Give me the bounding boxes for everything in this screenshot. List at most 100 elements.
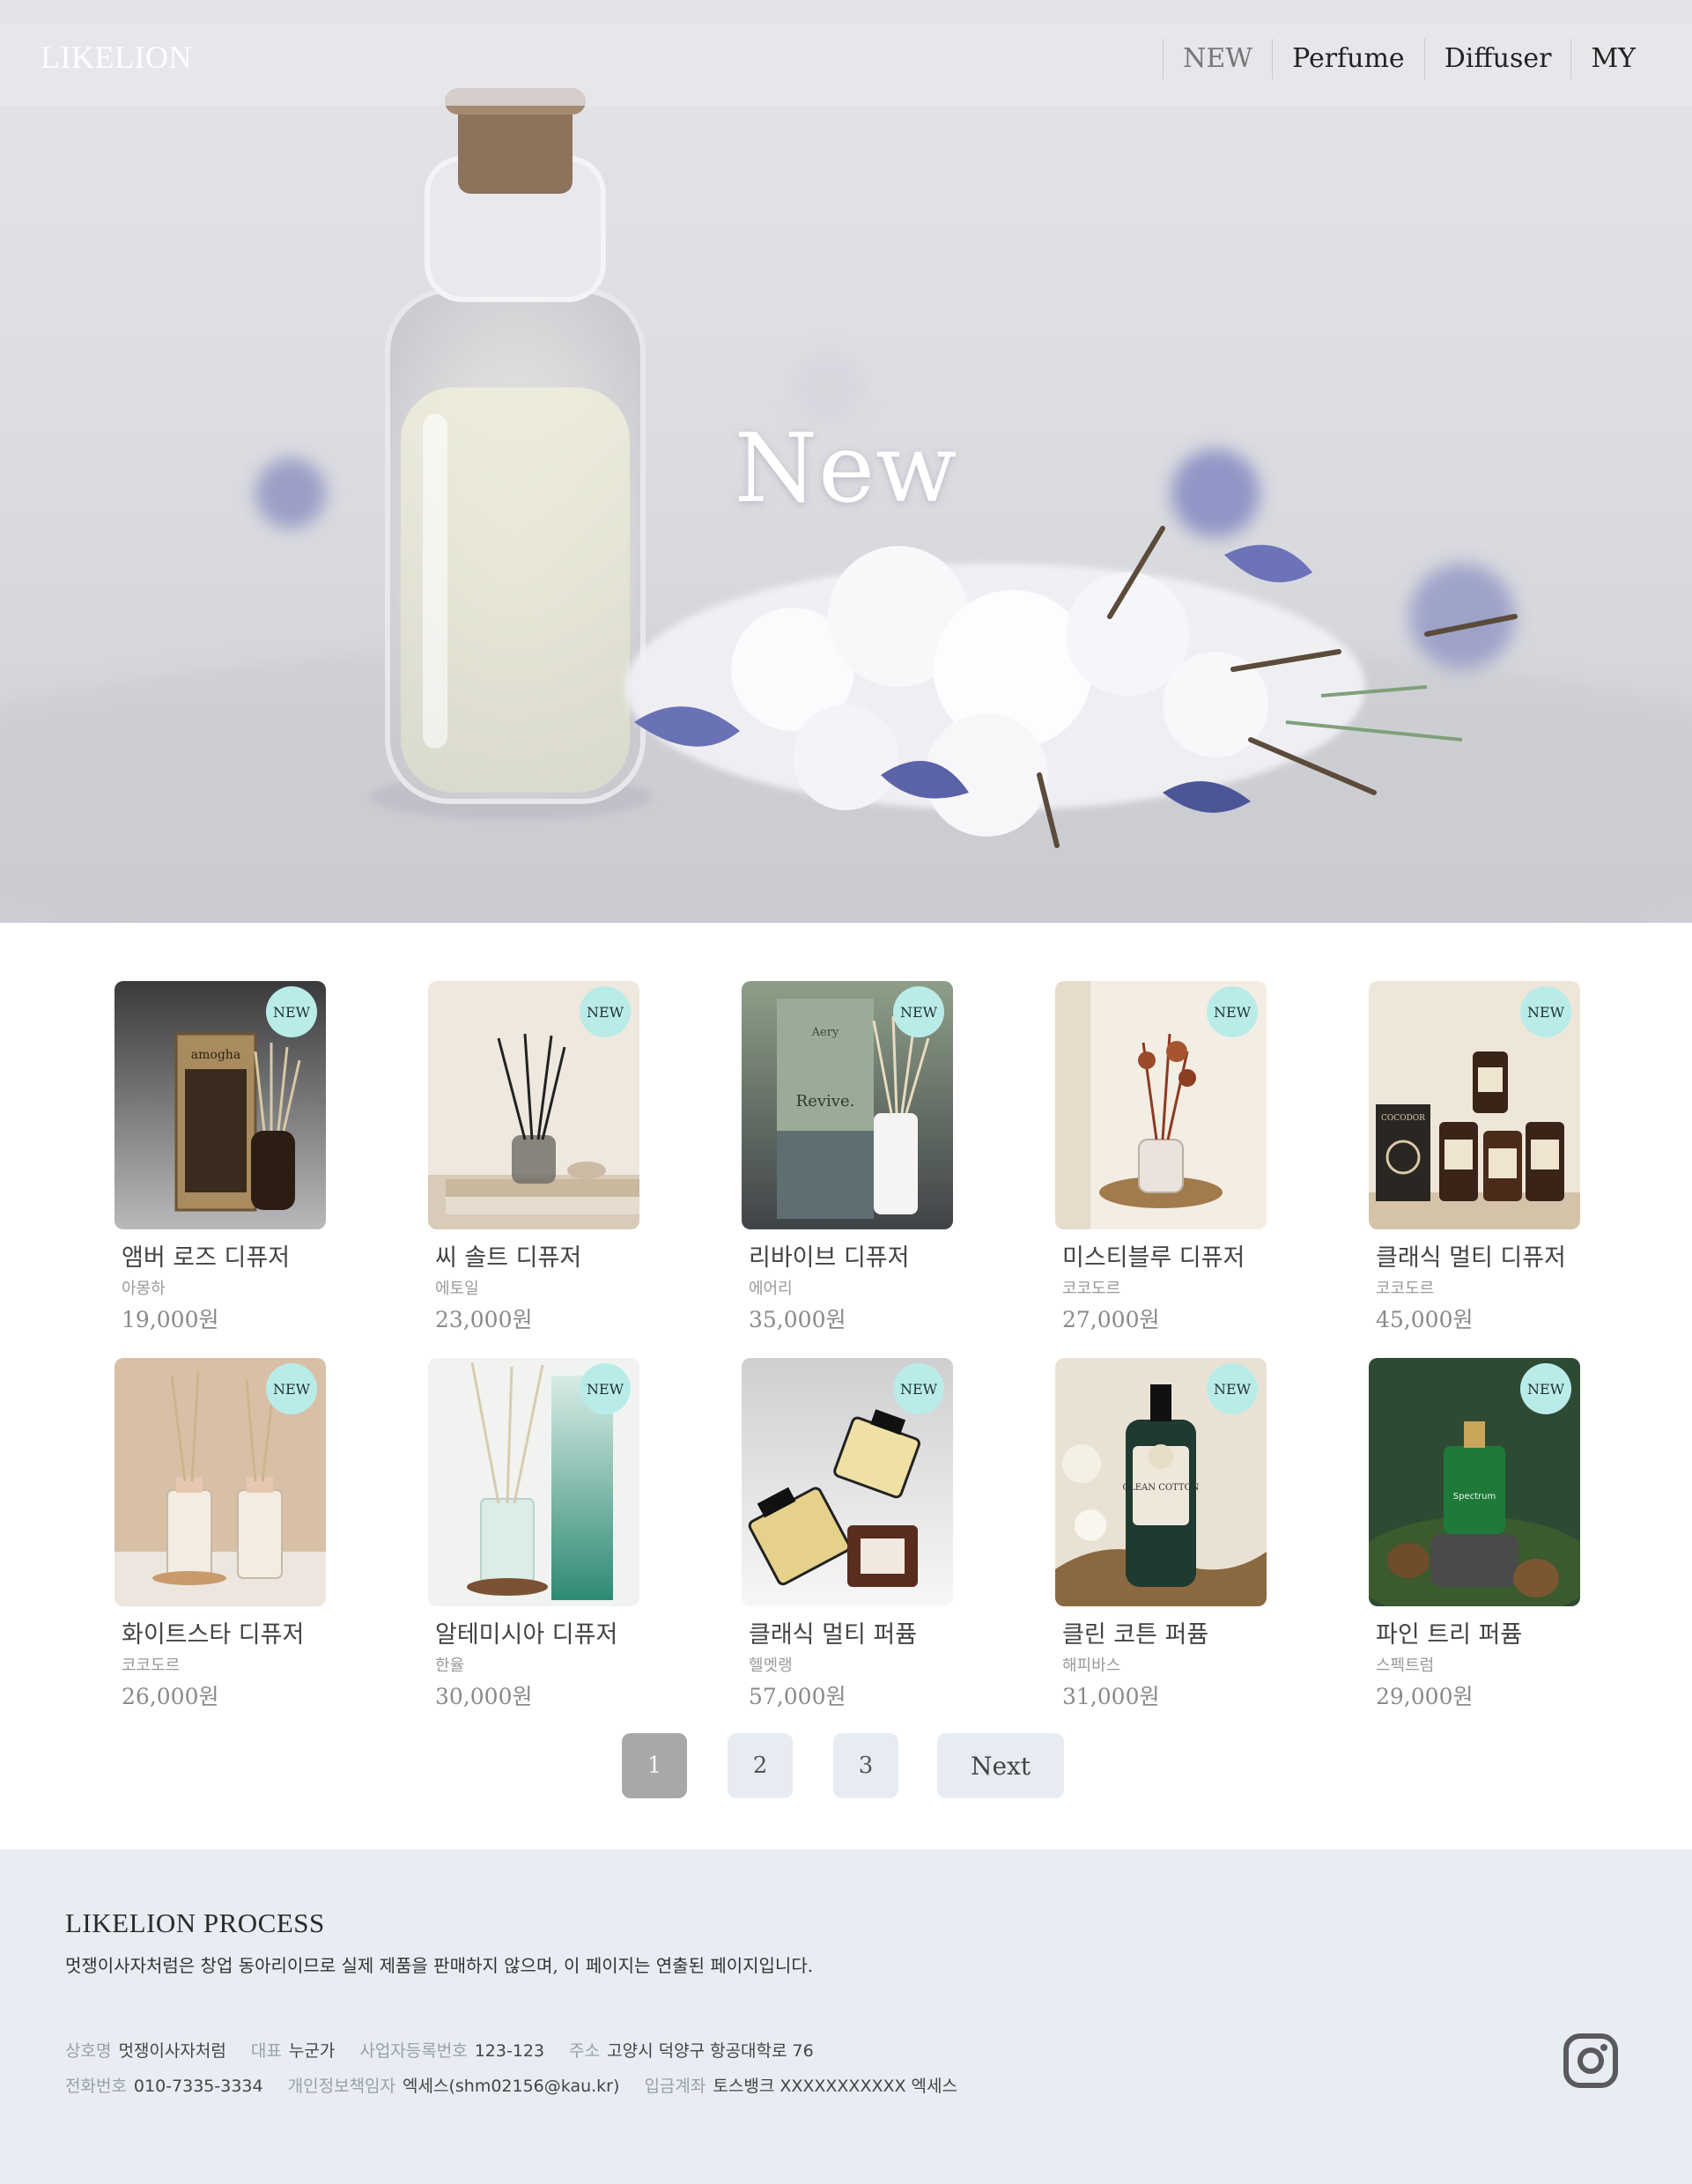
product-name[interactable]: 파인 트리 퍼퓸 [1376, 1615, 1580, 1649]
product-price: 31,000원 [1062, 1684, 1160, 1709]
product-name[interactable]: 리바이브 디퓨저 [749, 1238, 953, 1273]
nav-perfume[interactable]: Perfume [1272, 39, 1424, 79]
new-badge: NEW [893, 986, 944, 1037]
product-card[interactable]: CLEAN COTTON NEW 클린 코튼 퍼퓸 해피바스 31,000원 [1055, 1358, 1267, 1711]
svg-text:Spectrum: Spectrum [1453, 1492, 1496, 1502]
product-brand: 헬멧랭 [749, 1656, 793, 1675]
product-name[interactable]: 씨 솔트 디퓨저 [435, 1238, 639, 1273]
footer-label: 상호명 [65, 2041, 112, 2061]
product-image[interactable]: NEW [428, 1358, 639, 1606]
new-badge: NEW [266, 986, 317, 1037]
page-1-button[interactable]: 1 [622, 1733, 687, 1798]
product-card[interactable]: Aery Revive. NEW 리바이브 디퓨저 에어리 35,000원 [742, 981, 953, 1334]
nav-diffuser[interactable]: Diffuser [1423, 39, 1571, 79]
footer-label: 전화번호 [65, 2077, 127, 2096]
product-card[interactable]: NEW 미스티블루 디퓨저 코코도르 27,000원 [1055, 981, 1267, 1334]
hero-banner: New [0, 0, 1692, 923]
svg-text:Aery: Aery [811, 1026, 839, 1039]
product-image[interactable]: NEW [742, 1358, 953, 1606]
footer-value: 123-123 [474, 2041, 545, 2061]
new-badge: NEW [580, 1363, 631, 1414]
product-name[interactable]: 클래식 멀티 퍼퓸 [749, 1615, 953, 1649]
product-name[interactable]: 알테미시아 디퓨저 [435, 1615, 639, 1649]
svg-text:CLEAN COTTON: CLEAN COTTON [1122, 1483, 1199, 1493]
new-badge: NEW [1207, 986, 1258, 1037]
product-brand: 코코도르 [1376, 1280, 1435, 1298]
product-price: 26,000원 [122, 1684, 219, 1709]
svg-text:amogha: amogha [191, 1048, 240, 1062]
footer-value: 엑세스(shm02156@kau.kr) [403, 2077, 620, 2096]
product-brand: 스펙트럼 [1376, 1656, 1435, 1675]
product-name[interactable]: 클래식 멀티 디퓨저 [1376, 1238, 1580, 1273]
product-name[interactable]: 앰버 로즈 디퓨저 [122, 1238, 326, 1273]
nav-my[interactable]: MY [1570, 39, 1655, 79]
footer-label: 대표 [250, 2041, 282, 2061]
footer-label: 입금계좌 [644, 2077, 706, 2096]
product-image[interactable]: NEW [115, 1358, 326, 1606]
product-price: 57,000원 [749, 1684, 846, 1709]
product-name[interactable]: 화이트스타 디퓨저 [122, 1615, 326, 1649]
hero-title: New [734, 414, 958, 524]
new-badge: NEW [1520, 986, 1571, 1037]
product-card[interactable]: amogha NEW 앰버 로즈 디퓨저 아몽하 19,000원 [115, 981, 326, 1334]
svg-text:COCODOR: COCODOR [1381, 1114, 1425, 1123]
product-name[interactable]: 미스티블루 디퓨저 [1062, 1238, 1267, 1273]
product-price: 19,000원 [122, 1307, 219, 1332]
footer-label: 개인정보책임자 [287, 2077, 396, 2096]
footer-value: 멋쟁이사자처럼 [118, 2041, 226, 2061]
product-image[interactable]: COCODOR NEW [1369, 981, 1580, 1229]
footer-value: 누군가 [288, 2041, 336, 2061]
new-badge: NEW [893, 1363, 944, 1414]
product-price: 23,000원 [435, 1307, 533, 1332]
product-image[interactable]: Spectrum NEW [1369, 1358, 1580, 1606]
nav-new[interactable]: NEW [1163, 39, 1272, 79]
site-header: LIKELION NEW Perfume Diffuser MY [0, 23, 1692, 106]
site-footer: LIKELION PROCESS 멋쟁이사자처럼은 창업 동아리이므로 실제 제… [0, 1849, 1692, 2184]
product-image[interactable]: amogha NEW [115, 981, 326, 1229]
product-price: 27,000원 [1062, 1307, 1160, 1332]
footer-value: 010-7335-3334 [133, 2077, 263, 2096]
product-brand: 에토일 [435, 1280, 479, 1298]
product-image[interactable]: Aery Revive. NEW [742, 981, 953, 1229]
pagination: 1 2 3 Next [622, 1733, 1064, 1798]
product-card[interactable]: COCODOR NEW 클래식 멀티 디퓨저 코코도르 45,000원 [1369, 981, 1580, 1334]
new-badge: NEW [266, 1363, 317, 1414]
footer-info-row: 전화번호 010-7335-3334 개인정보책임자 엑세스(shm02156@ka… [65, 2073, 977, 2097]
product-price: 45,000원 [1376, 1307, 1474, 1332]
footer-value: 토스뱅크 XXXXXXXXXXX 엑세스 [713, 2077, 957, 2096]
product-card[interactable]: NEW 화이트스타 디퓨저 코코도르 26,000원 [115, 1358, 326, 1711]
main-nav: NEW Perfume Diffuser MY [1163, 39, 1655, 79]
new-badge: NEW [1207, 1363, 1258, 1414]
page-2-button[interactable]: 2 [728, 1733, 793, 1798]
footer-title: LIKELION PROCESS [65, 1907, 325, 1938]
svg-text:Revive.: Revive. [796, 1092, 855, 1110]
site-logo[interactable]: LIKELION [41, 39, 192, 76]
footer-info-row: 상호명 멋쟁이사자처럼 대표 누군가 사업자등록번호 123-123 주소 고양시 덕양… [65, 2038, 833, 2062]
product-image[interactable]: NEW [428, 981, 639, 1229]
product-card[interactable]: NEW 씨 솔트 디퓨저 에토일 23,000원 [428, 981, 639, 1334]
next-page-button[interactable]: Next [937, 1733, 1064, 1798]
footer-label: 주소 [569, 2041, 601, 2061]
product-image[interactable]: CLEAN COTTON NEW [1055, 1358, 1267, 1606]
product-card[interactable]: NEW 클래식 멀티 퍼퓸 헬멧랭 57,000원 [742, 1358, 953, 1711]
product-brand: 에어리 [749, 1280, 793, 1298]
product-brand: 코코도르 [1062, 1280, 1121, 1298]
footer-description: 멋쟁이사자처럼은 창업 동아리이므로 실제 제품을 판매하지 않으며, 이 페이… [65, 1955, 814, 1976]
instagram-icon[interactable] [1563, 2033, 1619, 2089]
page-3-button[interactable]: 3 [833, 1733, 898, 1798]
footer-value: 고양시 덕양구 항공대학로 76 [607, 2041, 814, 2061]
new-badge: NEW [580, 986, 631, 1037]
product-brand: 해피바스 [1062, 1656, 1121, 1675]
product-brand: 코코도르 [122, 1656, 181, 1675]
product-card[interactable]: Spectrum NEW 파인 트리 퍼퓸 스펙트럼 29,000원 [1369, 1358, 1580, 1711]
footer-label: 사업자등록번호 [359, 2041, 468, 2061]
product-brand: 아몽하 [122, 1280, 166, 1298]
product-price: 30,000원 [435, 1684, 533, 1709]
product-brand: 한율 [435, 1656, 465, 1675]
product-name[interactable]: 클린 코튼 퍼퓸 [1062, 1615, 1267, 1649]
product-card[interactable]: NEW 알테미시아 디퓨저 한율 30,000원 [428, 1358, 639, 1711]
product-price: 29,000원 [1376, 1684, 1474, 1709]
product-price: 35,000원 [749, 1307, 846, 1332]
new-badge: NEW [1520, 1363, 1571, 1414]
product-image[interactable]: NEW [1055, 981, 1267, 1229]
